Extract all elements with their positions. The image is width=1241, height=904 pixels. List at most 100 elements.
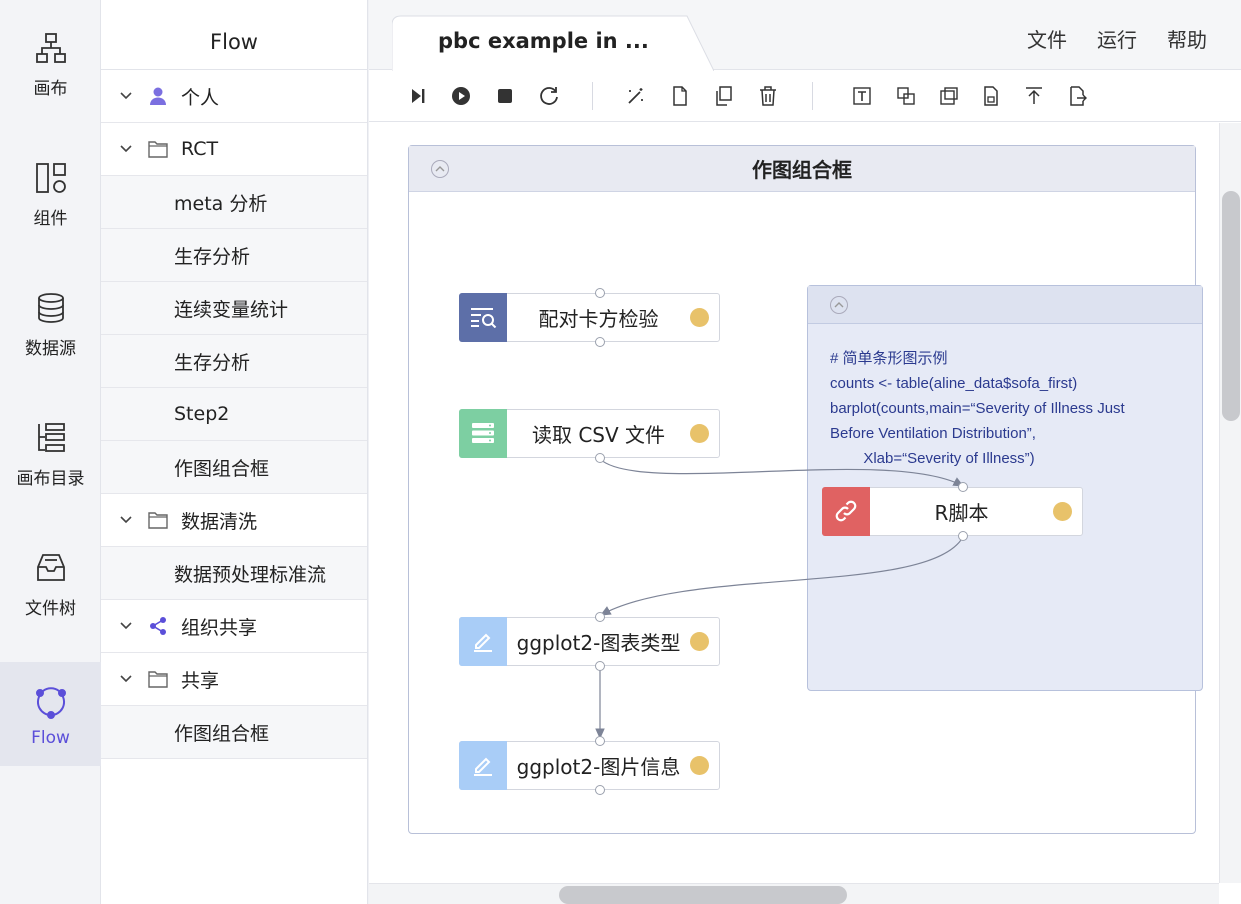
flow-icon — [31, 682, 71, 722]
input-port[interactable] — [595, 612, 605, 622]
toolbar — [369, 71, 1241, 122]
left-rail: 画布 组件 数据源 画布目录 文件树 Flow — [0, 0, 101, 904]
table-search-icon — [459, 292, 507, 342]
input-port[interactable] — [595, 736, 605, 746]
rail-item-canvas[interactable]: 画布 — [0, 0, 101, 104]
tree-group-label: 个人 — [181, 86, 220, 109]
node-chi-square[interactable]: 配对卡方检验 — [459, 288, 720, 347]
node-ggplot-image-info[interactable]: ggplot2-图片信息 — [459, 736, 720, 795]
tree-item[interactable]: 作图组合框 — [101, 706, 367, 759]
rail-item-catalog[interactable]: 画布目录 — [0, 390, 101, 494]
collapse-icon[interactable] — [830, 296, 848, 314]
stop-icon[interactable] — [493, 84, 517, 108]
tree-item[interactable]: 数据预处理标准流 — [101, 547, 367, 600]
magic-icon[interactable] — [624, 84, 648, 108]
tree-group-label: RCT — [181, 138, 219, 160]
tree-group-org-share[interactable]: 组织共享 — [101, 600, 367, 653]
edit-icon — [459, 616, 507, 666]
ungroup-icon[interactable] — [937, 84, 961, 108]
rail-item-file-tree[interactable]: 文件树 — [0, 520, 101, 624]
output-port[interactable] — [595, 785, 605, 795]
tab-label: pbc example in ... — [438, 29, 649, 53]
user-icon — [147, 86, 169, 106]
output-port[interactable] — [595, 661, 605, 671]
rail-label-components: 组件 — [33, 209, 68, 229]
tree-item[interactable]: Step2 — [101, 388, 367, 441]
tree-item[interactable]: 生存分析 — [101, 229, 367, 282]
node-label: ggplot2-图表类型 — [516, 631, 681, 655]
group-icon[interactable] — [894, 84, 918, 108]
chevron-down-icon[interactable] — [117, 511, 135, 529]
rail-label-datasource: 数据源 — [25, 339, 76, 359]
rail-item-datasource[interactable]: 数据源 — [0, 260, 101, 364]
script-line: Xlab=“Severity of Illness”) — [830, 450, 1035, 467]
vertical-scrollbar[interactable] — [1219, 123, 1241, 883]
tree-item[interactable]: 作图组合框 — [101, 441, 367, 494]
status-dot — [690, 424, 709, 443]
flow-canvas[interactable]: 作图组合框 # 简单条形图示例 counts <- table(aline_da… — [369, 123, 1219, 883]
status-dot — [690, 632, 709, 651]
group-frame[interactable]: 作图组合框 # 简单条形图示例 counts <- table(aline_da… — [408, 145, 1203, 834]
play-icon[interactable] — [449, 84, 473, 108]
group-frame-title: 作图组合框 — [752, 158, 852, 182]
menu-help[interactable]: 帮助 — [1167, 24, 1207, 53]
database-icon — [31, 288, 71, 328]
tree-group-data-cleaning[interactable]: 数据清洗 — [101, 494, 367, 547]
top-menu: 文件 运行 帮助 — [1027, 24, 1207, 53]
vertical-scroll-thumb[interactable] — [1222, 191, 1240, 421]
file-tree-icon — [31, 548, 71, 588]
node-read-csv[interactable]: 读取 CSV 文件 — [459, 408, 720, 463]
edit-icon — [459, 740, 507, 790]
menu-file[interactable]: 文件 — [1027, 24, 1067, 53]
node-r-script[interactable]: R脚本 — [822, 482, 1083, 541]
chevron-down-icon[interactable] — [117, 87, 135, 105]
tree-title: Flow — [101, 0, 367, 70]
input-port[interactable] — [595, 288, 605, 298]
menu-run[interactable]: 运行 — [1097, 24, 1137, 53]
rail-label-canvas: 画布 — [33, 79, 68, 99]
horizontal-scroll-thumb[interactable] — [559, 886, 847, 904]
canvas-icon — [31, 28, 71, 68]
folder-icon — [147, 669, 169, 689]
output-port[interactable] — [595, 337, 605, 347]
link-icon — [822, 486, 870, 536]
trash-icon[interactable] — [756, 84, 780, 108]
node-label: ggplot2-图片信息 — [516, 755, 681, 779]
status-dot — [690, 756, 709, 775]
tree-group-personal[interactable]: 个人 — [101, 70, 367, 123]
output-port[interactable] — [958, 531, 968, 541]
script-line: # 简单条形图示例 — [830, 350, 948, 367]
file-icon[interactable] — [668, 84, 692, 108]
output-port[interactable] — [595, 453, 605, 463]
components-icon — [31, 158, 71, 198]
rail-item-flow[interactable]: Flow — [0, 662, 101, 766]
copy-icon[interactable] — [712, 84, 736, 108]
collapse-icon[interactable] — [431, 160, 449, 178]
input-port[interactable] — [958, 482, 968, 492]
save-file-icon[interactable] — [979, 84, 1003, 108]
tree-group-shared[interactable]: 共享 — [101, 653, 367, 706]
rail-label-catalog: 画布目录 — [16, 469, 85, 489]
align-top-icon[interactable] — [1022, 84, 1046, 108]
node-label: 配对卡方检验 — [538, 307, 659, 331]
refresh-icon[interactable] — [537, 84, 561, 108]
tree-item[interactable]: 连续变量统计 — [101, 282, 367, 335]
node-label: 读取 CSV 文件 — [531, 423, 666, 447]
tree-group-label: 数据清洗 — [181, 510, 258, 533]
rail-item-components[interactable]: 组件 — [0, 130, 101, 234]
tree-item[interactable]: meta 分析 — [101, 176, 367, 229]
chevron-down-icon[interactable] — [117, 617, 135, 635]
node-ggplot-chart-type[interactable]: ggplot2-图表类型 — [459, 612, 720, 671]
step-icon[interactable] — [406, 84, 430, 108]
tree-group-rct[interactable]: RCT — [101, 123, 367, 176]
share-icon — [147, 616, 169, 636]
horizontal-scrollbar[interactable] — [369, 883, 1219, 904]
status-dot — [1053, 502, 1072, 521]
tree-item[interactable]: 生存分析 — [101, 335, 367, 388]
tab-pbc-example[interactable]: pbc example in ... — [392, 15, 714, 71]
status-dot — [690, 308, 709, 327]
chevron-down-icon[interactable] — [117, 670, 135, 688]
export-icon[interactable] — [1065, 84, 1089, 108]
chevron-down-icon[interactable] — [117, 140, 135, 158]
text-box-icon[interactable] — [850, 84, 874, 108]
